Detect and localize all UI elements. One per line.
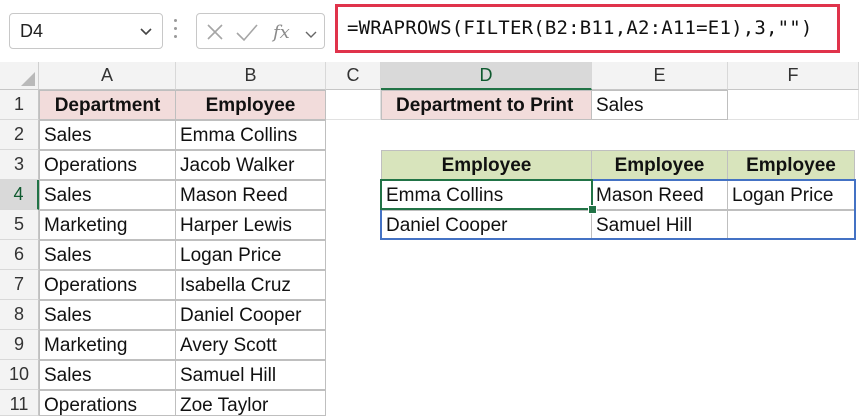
cell-d4[interactable]: Emma Collins — [381, 180, 592, 210]
cell-b8[interactable]: Daniel Cooper — [175, 300, 326, 330]
cell-b6[interactable]: Logan Price — [175, 240, 326, 270]
cell-e1[interactable]: Sales — [591, 90, 728, 120]
cell-e5[interactable]: Samuel Hill — [591, 210, 728, 240]
cell-b3[interactable]: Jacob Walker — [175, 150, 326, 180]
formula-input[interactable]: =WRAPROWS(FILTER(B2:B11,A2:A11=E1),3,"") — [335, 4, 840, 53]
cell-f3[interactable]: Employee — [727, 150, 855, 180]
cell-a7[interactable]: Operations — [39, 270, 176, 300]
cell-b9[interactable]: Avery Scott — [175, 330, 326, 360]
row-header-8[interactable]: 8 — [0, 300, 39, 330]
expand-chevron-icon[interactable] — [303, 23, 319, 45]
column-header-f[interactable]: F — [728, 62, 859, 90]
row-header-2[interactable]: 2 — [0, 120, 39, 150]
cell-d3[interactable]: Employee — [381, 150, 592, 180]
cell-d1[interactable]: Department to Print — [381, 90, 592, 120]
column-header-c[interactable]: C — [326, 62, 381, 90]
cancel-icon[interactable] — [205, 21, 225, 43]
cell-a2[interactable]: Sales — [39, 120, 176, 150]
cell-f1[interactable] — [728, 90, 859, 120]
cell-d5[interactable]: Daniel Cooper — [381, 210, 592, 240]
row-header-7[interactable]: 7 — [0, 270, 39, 300]
row-header-6[interactable]: 6 — [0, 240, 39, 270]
cell-b1[interactable]: Employee — [175, 90, 326, 120]
cell-b5[interactable]: Harper Lewis — [175, 210, 326, 240]
cell-a8[interactable]: Sales — [39, 300, 176, 330]
cell-a9[interactable]: Marketing — [39, 330, 176, 360]
row-header-3[interactable]: 3 — [0, 150, 39, 180]
cell-b11[interactable]: Zoe Taylor — [175, 390, 326, 416]
cell-c1[interactable] — [326, 90, 381, 120]
cell-e3[interactable]: Employee — [591, 150, 728, 180]
row-header-11[interactable]: 11 — [0, 390, 39, 416]
row-header-4[interactable]: 4 — [0, 180, 39, 210]
row-header-1[interactable]: 1 — [0, 90, 39, 120]
formula-bar-resize-handle[interactable] — [173, 19, 179, 43]
worksheet-grid: A B C D E F 1 2 3 4 5 6 7 8 9 10 11 Depa… — [0, 62, 859, 416]
svg-text:fx: fx — [271, 22, 290, 43]
name-box[interactable]: D4 — [9, 13, 163, 49]
fill-handle[interactable] — [588, 205, 597, 214]
cell-f5 — [727, 210, 855, 240]
column-header-d[interactable]: D — [381, 62, 592, 90]
row-header-9[interactable]: 9 — [0, 330, 39, 360]
row-header-5[interactable]: 5 — [0, 210, 39, 240]
cell-a1[interactable]: Department — [39, 90, 176, 120]
cell-a5[interactable]: Marketing — [39, 210, 176, 240]
formula-text: =WRAPROWS(FILTER(B2:B11,A2:A11=E1),3,"") — [347, 17, 813, 39]
row-header-10[interactable]: 10 — [0, 360, 39, 390]
cell-b7[interactable]: Isabella Cruz — [175, 270, 326, 300]
insert-function-icon[interactable]: fx — [271, 21, 299, 43]
cell-b10[interactable]: Samuel Hill — [175, 360, 326, 390]
cell-a3[interactable]: Operations — [39, 150, 176, 180]
select-all-button[interactable] — [0, 62, 39, 90]
cell-a4[interactable]: Sales — [39, 180, 176, 210]
column-header-e[interactable]: E — [592, 62, 728, 90]
column-header-b[interactable]: B — [176, 62, 326, 90]
cell-f4[interactable]: Logan Price — [727, 180, 855, 210]
cell-a6[interactable]: Sales — [39, 240, 176, 270]
formula-buttons: fx — [196, 13, 325, 49]
cell-b4[interactable]: Mason Reed — [175, 180, 326, 210]
formula-bar: D4 fx =WRAPROWS(FILTER(B2:B11,A2:A11=E1)… — [0, 0, 859, 62]
name-box-value: D4 — [20, 21, 44, 41]
column-header-a[interactable]: A — [39, 62, 176, 90]
cell-b2[interactable]: Emma Collins — [175, 120, 326, 150]
cell-e4[interactable]: Mason Reed — [591, 180, 728, 210]
cell-a11[interactable]: Operations — [39, 390, 176, 416]
chevron-down-icon[interactable] — [138, 23, 154, 39]
cell-a10[interactable]: Sales — [39, 360, 176, 390]
enter-icon[interactable] — [235, 21, 259, 43]
